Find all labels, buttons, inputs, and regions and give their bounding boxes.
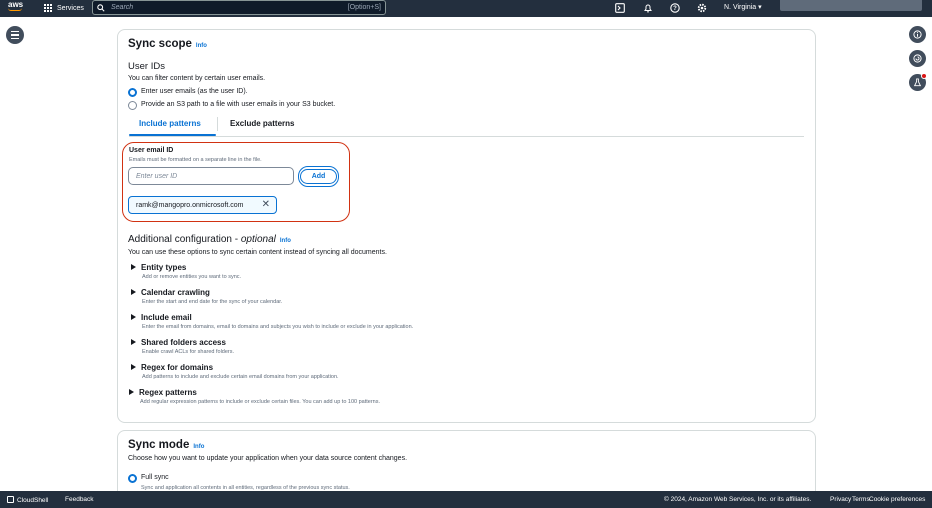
search-input[interactable]: Search [Option+S] <box>92 0 386 15</box>
info-panel-icon[interactable] <box>909 26 926 43</box>
caret-right-icon <box>129 389 134 395</box>
search-shortcut: [Option+S] <box>347 4 381 11</box>
user-email-placeholder: Enter user ID <box>136 172 178 180</box>
tab-divider <box>217 117 218 131</box>
add-button[interactable]: Add <box>298 166 339 187</box>
expandable-regex-patterns[interactable]: Regex patterns <box>129 388 197 397</box>
aws-logo[interactable]: aws <box>8 0 23 11</box>
email-token-value: ramk@mangopro.onmicrosoft.com <box>136 201 244 209</box>
caret-right-icon <box>131 289 136 295</box>
radio-enter-user-emails[interactable] <box>128 88 137 97</box>
cloudshell-icon <box>7 496 14 503</box>
caret-right-icon <box>131 339 136 345</box>
regex-patterns-title: Regex patterns <box>139 388 197 397</box>
user-ids-description: You can filter content by certain user e… <box>128 75 266 82</box>
regex-for-domains-desc: Add patterns to include and exclude cert… <box>142 374 339 380</box>
copyright-text: © 2024, Amazon Web Services, Inc. or its… <box>664 496 812 503</box>
shared-folders-access-title: Shared folders access <box>141 338 226 347</box>
menu-icon[interactable] <box>6 26 24 44</box>
gear-icon[interactable] <box>696 2 708 14</box>
account-menu[interactable] <box>780 0 922 11</box>
top-navigation-bar: aws Services Search [Option+S] ? N. Virg… <box>0 0 932 17</box>
radio-s3-path-label: Provide an S3 path to a file with user e… <box>141 101 336 108</box>
entity-types-title: Entity types <box>141 263 187 272</box>
radio-s3-path[interactable] <box>128 101 137 110</box>
notification-dot <box>921 73 927 79</box>
tab-include-patterns[interactable]: Include patterns <box>139 119 201 128</box>
expandable-regex-for-domains[interactable]: Regex for domains <box>131 363 213 372</box>
entity-types-desc: Add or remove entities you want to sync. <box>142 274 242 280</box>
expandable-entity-types[interactable]: Entity types <box>131 263 186 272</box>
search-icon <box>97 3 105 12</box>
close-icon[interactable]: ✕ <box>262 199 270 210</box>
bell-icon[interactable] <box>642 2 654 14</box>
cloudshell-label: CloudShell <box>17 497 49 504</box>
sync-scope-info-link[interactable]: Info <box>196 43 207 49</box>
terms-link[interactable]: Terms <box>852 496 870 503</box>
caret-right-icon <box>131 364 136 370</box>
additional-config-optional: optional <box>240 234 276 245</box>
user-ids-heading: User IDs <box>128 61 165 72</box>
shared-folders-access-desc: Enable crawl ACLs for shared folders. <box>142 349 235 355</box>
additional-config-title: Additional configuration - optional Info <box>128 234 291 245</box>
refresh-icon[interactable] <box>909 50 926 67</box>
feedback-link[interactable]: Feedback <box>65 496 94 503</box>
tabs-divider-line <box>129 136 804 137</box>
flask-icon[interactable] <box>909 73 927 91</box>
expandable-shared-folders-access[interactable]: Shared folders access <box>131 338 226 347</box>
additional-config-info-link[interactable]: Info <box>280 238 291 244</box>
services-menu-button[interactable]: Services <box>44 2 84 14</box>
search-placeholder: Search <box>111 4 134 11</box>
full-sync-label: Full sync <box>141 474 169 481</box>
sync-scope-title: Sync scope Info <box>128 38 207 50</box>
footer-bar: CloudShell Feedback © 2024, Amazon Web S… <box>0 491 932 508</box>
email-field-hint: Emails must be formatted on a separate l… <box>129 157 262 163</box>
include-email-desc: Enter the email from domains, email to d… <box>142 324 414 330</box>
caret-right-icon <box>131 264 136 270</box>
expandable-include-email[interactable]: Include email <box>131 313 192 322</box>
region-selector[interactable]: N. Virginia ▾ <box>724 3 762 11</box>
caret-down-icon: ▾ <box>758 4 762 11</box>
cloudshell-icon[interactable] <box>614 2 626 14</box>
sync-scope-title-text: Sync scope <box>128 38 192 50</box>
sync-mode-info-link[interactable]: Info <box>193 444 204 450</box>
cloudshell-button[interactable]: CloudShell <box>7 496 48 504</box>
sync-mode-title-text: Sync mode <box>128 439 190 451</box>
privacy-link[interactable]: Privacy <box>830 496 851 503</box>
tab-exclude-patterns[interactable]: Exclude patterns <box>230 119 294 128</box>
expandable-calendar-crawling[interactable]: Calendar crawling <box>131 288 210 297</box>
services-label: Services <box>57 4 84 12</box>
radio-enter-user-emails-label: Enter user emails (as the user ID). <box>141 88 248 95</box>
email-token: ramk@mangopro.onmicrosoft.com ✕ <box>128 196 277 214</box>
add-button-label: Add <box>300 169 337 184</box>
additional-config-title-text: Additional configuration - <box>128 234 241 245</box>
regex-for-domains-title: Regex for domains <box>141 363 214 372</box>
calendar-crawling-title: Calendar crawling <box>141 288 210 297</box>
aws-logo-text: aws <box>8 0 24 9</box>
user-email-input[interactable]: Enter user ID <box>128 167 294 185</box>
regex-patterns-desc: Add regular expression patterns to inclu… <box>140 399 381 405</box>
region-label: N. Virginia <box>724 4 757 11</box>
include-email-title: Include email <box>141 313 192 322</box>
calendar-crawling-desc: Enter the start and end date for the syn… <box>142 299 283 305</box>
help-icon[interactable]: ? <box>669 2 681 14</box>
caret-right-icon <box>131 314 136 320</box>
svg-text:?: ? <box>673 6 677 12</box>
email-field-label: User email ID <box>129 147 174 154</box>
sync-mode-title: Sync mode Info <box>128 439 204 451</box>
sync-mode-description: Choose how you want to update your appli… <box>128 455 408 462</box>
additional-config-description: You can use these options to sync certai… <box>128 249 387 256</box>
cookie-preferences-link[interactable]: Cookie preferences <box>869 496 925 503</box>
radio-full-sync[interactable] <box>128 474 137 483</box>
grid-icon <box>44 3 53 13</box>
